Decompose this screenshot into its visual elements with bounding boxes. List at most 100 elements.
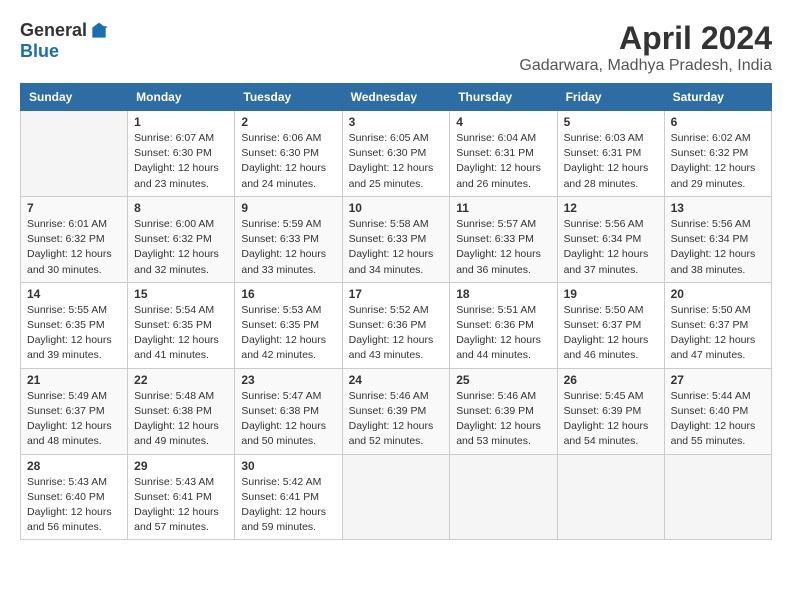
logo-icon — [89, 21, 109, 41]
day-number: 11 — [456, 201, 550, 215]
day-info: Sunrise: 6:07 AM Sunset: 6:30 PM Dayligh… — [134, 131, 228, 192]
day-info: Sunrise: 5:54 AM Sunset: 6:35 PM Dayligh… — [134, 303, 228, 364]
day-info: Sunrise: 6:05 AM Sunset: 6:30 PM Dayligh… — [349, 131, 444, 192]
calendar-cell: 2 Sunrise: 6:06 AM Sunset: 6:30 PM Daylig… — [235, 111, 342, 197]
calendar-cell: 26 Sunrise: 5:45 AM Sunset: 6:39 PM Dayli… — [557, 368, 664, 454]
day-info: Sunrise: 5:55 AM Sunset: 6:35 PM Dayligh… — [27, 303, 121, 364]
week-row-4: 21Sunrise: 5:49 AM Sunset: 6:37 PM Dayli… — [21, 368, 772, 454]
day-number: 19 — [564, 287, 658, 301]
logo-blue-text: Blue — [20, 41, 59, 61]
location-title: Gadarwara, Madhya Pradesh, India — [519, 57, 772, 75]
calendar-cell — [342, 454, 450, 540]
day-number: 21 — [27, 373, 121, 387]
weekday-header-thursday: Thursday — [450, 84, 557, 111]
day-number: 15 — [134, 287, 228, 301]
calendar-cell: 15 Sunrise: 5:54 AM Sunset: 6:35 PM Dayli… — [128, 282, 235, 368]
calendar-cell: 30 Sunrise: 5:42 AM Sunset: 6:41 PM Dayli… — [235, 454, 342, 540]
calendar-cell: 21Sunrise: 5:49 AM Sunset: 6:37 PM Dayli… — [21, 368, 128, 454]
calendar-cell: 17Sunrise: 5:52 AM Sunset: 6:36 PM Dayli… — [342, 282, 450, 368]
day-number: 27 — [671, 373, 765, 387]
calendar-cell: 22 Sunrise: 5:48 AM Sunset: 6:38 PM Dayli… — [128, 368, 235, 454]
calendar-cell: 6Sunrise: 6:02 AM Sunset: 6:32 PM Daylig… — [664, 111, 771, 197]
day-info: Sunrise: 5:56 AM Sunset: 6:34 PM Dayligh… — [671, 217, 765, 278]
week-row-1: 1 Sunrise: 6:07 AM Sunset: 6:30 PM Daylig… — [21, 111, 772, 197]
day-info: Sunrise: 6:04 AM Sunset: 6:31 PM Dayligh… — [456, 131, 550, 192]
weekday-header-tuesday: Tuesday — [235, 84, 342, 111]
week-row-3: 14 Sunrise: 5:55 AM Sunset: 6:35 PM Dayli… — [21, 282, 772, 368]
day-info: Sunrise: 6:01 AM Sunset: 6:32 PM Dayligh… — [27, 217, 121, 278]
calendar-cell: 27 Sunrise: 5:44 AM Sunset: 6:40 PM Dayli… — [664, 368, 771, 454]
weekday-header-wednesday: Wednesday — [342, 84, 450, 111]
day-number: 1 — [134, 115, 228, 129]
day-number: 28 — [27, 459, 121, 473]
day-number: 5 — [564, 115, 658, 129]
calendar-cell: 16 Sunrise: 5:53 AM Sunset: 6:35 PM Dayli… — [235, 282, 342, 368]
day-info: Sunrise: 5:46 AM Sunset: 6:39 PM Dayligh… — [349, 389, 444, 450]
day-number: 4 — [456, 115, 550, 129]
day-number: 2 — [241, 115, 335, 129]
weekday-header-monday: Monday — [128, 84, 235, 111]
calendar-cell — [664, 454, 771, 540]
page-header: General Blue April 2024 Gadarwara, Madhy… — [20, 20, 772, 75]
day-info: Sunrise: 6:00 AM Sunset: 6:32 PM Dayligh… — [134, 217, 228, 278]
week-row-2: 7 Sunrise: 6:01 AM Sunset: 6:32 PM Daylig… — [21, 196, 772, 282]
day-number: 8 — [134, 201, 228, 215]
day-number: 23 — [241, 373, 335, 387]
calendar-cell: 10 Sunrise: 5:58 AM Sunset: 6:33 PM Dayli… — [342, 196, 450, 282]
day-info: Sunrise: 5:42 AM Sunset: 6:41 PM Dayligh… — [241, 475, 335, 536]
day-info: Sunrise: 5:58 AM Sunset: 6:33 PM Dayligh… — [349, 217, 444, 278]
calendar-cell: 24 Sunrise: 5:46 AM Sunset: 6:39 PM Dayli… — [342, 368, 450, 454]
day-info: Sunrise: 5:56 AM Sunset: 6:34 PM Dayligh… — [564, 217, 658, 278]
day-number: 13 — [671, 201, 765, 215]
day-number: 7 — [27, 201, 121, 215]
day-number: 16 — [241, 287, 335, 301]
day-info: Sunrise: 5:43 AM Sunset: 6:40 PM Dayligh… — [27, 475, 121, 536]
day-info: Sunrise: 5:50 AM Sunset: 6:37 PM Dayligh… — [564, 303, 658, 364]
day-info: Sunrise: 5:45 AM Sunset: 6:39 PM Dayligh… — [564, 389, 658, 450]
day-number: 14 — [27, 287, 121, 301]
day-number: 26 — [564, 373, 658, 387]
day-info: Sunrise: 5:57 AM Sunset: 6:33 PM Dayligh… — [456, 217, 550, 278]
day-info: Sunrise: 5:47 AM Sunset: 6:38 PM Dayligh… — [241, 389, 335, 450]
day-number: 18 — [456, 287, 550, 301]
day-number: 10 — [349, 201, 444, 215]
weekday-header-friday: Friday — [557, 84, 664, 111]
day-number: 6 — [671, 115, 765, 129]
calendar-cell: 18Sunrise: 5:51 AM Sunset: 6:36 PM Dayli… — [450, 282, 557, 368]
month-title: April 2024 — [519, 20, 772, 57]
day-number: 22 — [134, 373, 228, 387]
calendar-cell: 23 Sunrise: 5:47 AM Sunset: 6:38 PM Dayli… — [235, 368, 342, 454]
calendar-cell: 20 Sunrise: 5:50 AM Sunset: 6:37 PM Dayli… — [664, 282, 771, 368]
day-number: 9 — [241, 201, 335, 215]
calendar-cell: 1 Sunrise: 6:07 AM Sunset: 6:30 PM Daylig… — [128, 111, 235, 197]
day-number: 25 — [456, 373, 550, 387]
day-info: Sunrise: 5:59 AM Sunset: 6:33 PM Dayligh… — [241, 217, 335, 278]
calendar-cell: 7 Sunrise: 6:01 AM Sunset: 6:32 PM Daylig… — [21, 196, 128, 282]
day-info: Sunrise: 5:43 AM Sunset: 6:41 PM Dayligh… — [134, 475, 228, 536]
weekday-header-sunday: Sunday — [21, 84, 128, 111]
week-row-5: 28 Sunrise: 5:43 AM Sunset: 6:40 PM Dayli… — [21, 454, 772, 540]
calendar-cell: 8 Sunrise: 6:00 AM Sunset: 6:32 PM Daylig… — [128, 196, 235, 282]
day-number: 29 — [134, 459, 228, 473]
calendar-cell: 4 Sunrise: 6:04 AM Sunset: 6:31 PM Daylig… — [450, 111, 557, 197]
day-info: Sunrise: 5:50 AM Sunset: 6:37 PM Dayligh… — [671, 303, 765, 364]
calendar-cell: 3Sunrise: 6:05 AM Sunset: 6:30 PM Daylig… — [342, 111, 450, 197]
day-info: Sunrise: 5:44 AM Sunset: 6:40 PM Dayligh… — [671, 389, 765, 450]
day-number: 12 — [564, 201, 658, 215]
day-info: Sunrise: 6:03 AM Sunset: 6:31 PM Dayligh… — [564, 131, 658, 192]
title-area: April 2024 Gadarwara, Madhya Pradesh, In… — [519, 20, 772, 75]
calendar-cell: 9 Sunrise: 5:59 AM Sunset: 6:33 PM Daylig… — [235, 196, 342, 282]
logo-general-text: General — [20, 20, 87, 41]
calendar-body: 1 Sunrise: 6:07 AM Sunset: 6:30 PM Daylig… — [21, 111, 772, 540]
day-number: 24 — [349, 373, 444, 387]
day-info: Sunrise: 5:48 AM Sunset: 6:38 PM Dayligh… — [134, 389, 228, 450]
day-info: Sunrise: 6:06 AM Sunset: 6:30 PM Dayligh… — [241, 131, 335, 192]
day-info: Sunrise: 5:46 AM Sunset: 6:39 PM Dayligh… — [456, 389, 550, 450]
day-info: Sunrise: 5:53 AM Sunset: 6:35 PM Dayligh… — [241, 303, 335, 364]
calendar-cell — [450, 454, 557, 540]
day-number: 20 — [671, 287, 765, 301]
day-number: 30 — [241, 459, 335, 473]
calendar-header: SundayMondayTuesdayWednesdayThursdayFrid… — [21, 84, 772, 111]
weekday-header-saturday: Saturday — [664, 84, 771, 111]
calendar-cell: 28 Sunrise: 5:43 AM Sunset: 6:40 PM Dayli… — [21, 454, 128, 540]
